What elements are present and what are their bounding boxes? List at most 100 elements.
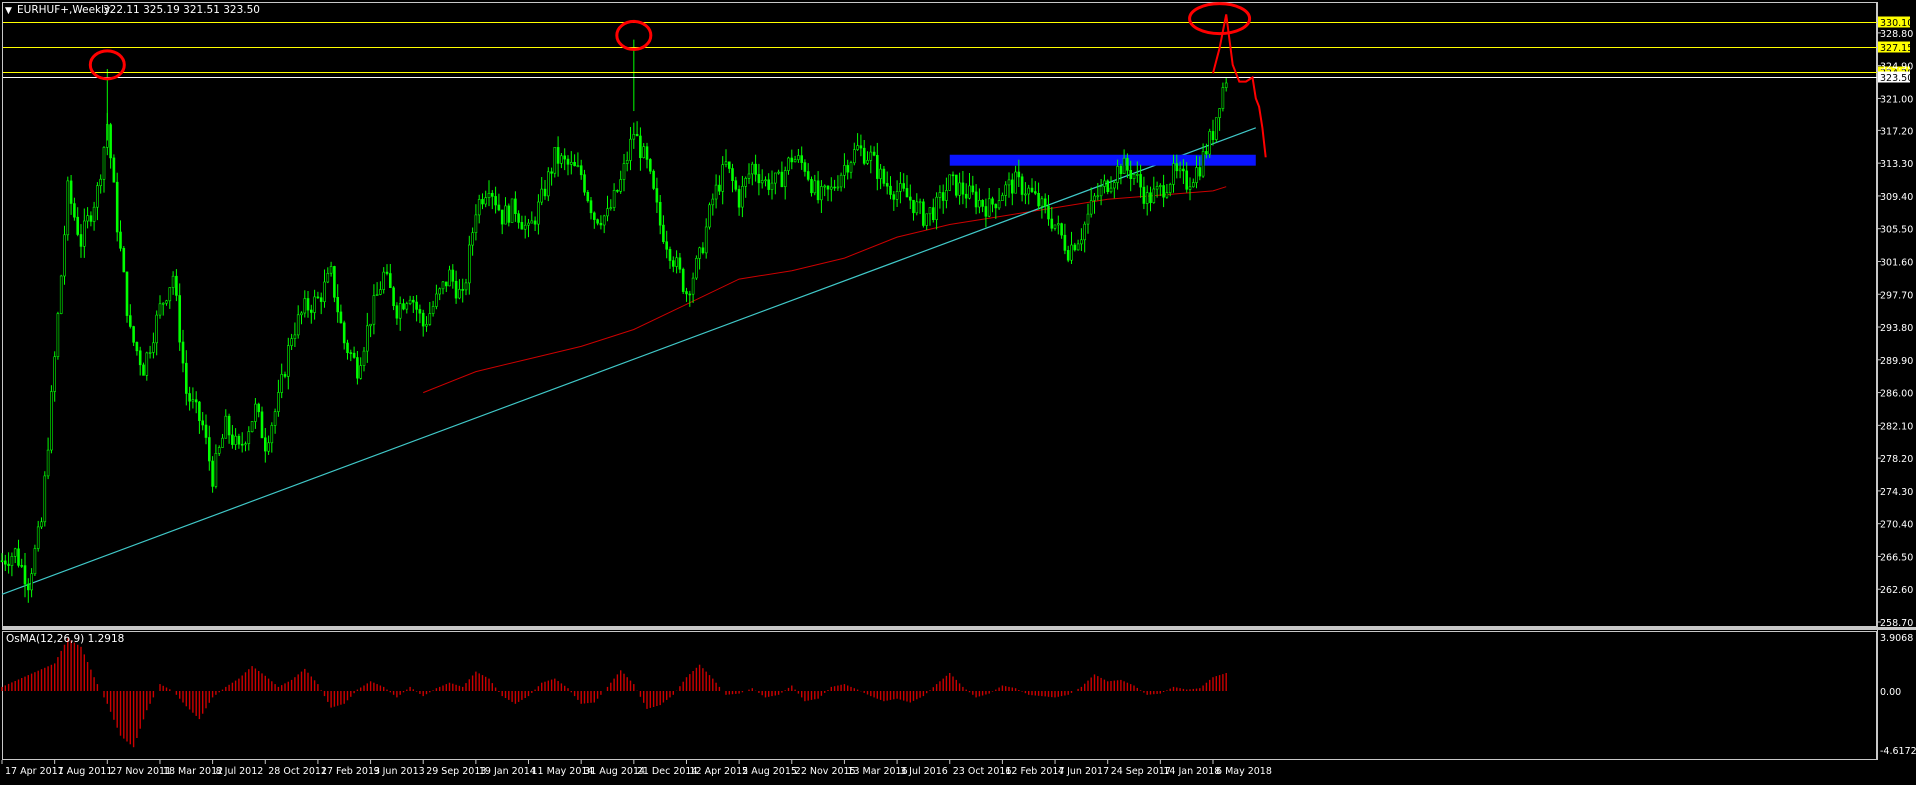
- candle-body: [63, 234, 66, 277]
- candle-body: [356, 357, 359, 379]
- candle-body: [961, 182, 965, 195]
- candle-body: [915, 201, 919, 214]
- candle-body: [319, 297, 323, 302]
- candle-body: [852, 149, 856, 164]
- price-level-label: 323.50: [1880, 73, 1913, 84]
- candle-body: [1070, 244, 1073, 261]
- candle-body: [260, 411, 264, 439]
- candle-body: [4, 560, 7, 565]
- candle-body: [142, 364, 145, 376]
- candle-body: [978, 200, 981, 208]
- candle-body: [247, 431, 251, 444]
- candle-body: [609, 207, 613, 209]
- candle-body: [500, 209, 504, 225]
- candle-body: [148, 352, 152, 354]
- candle-body: [481, 199, 484, 205]
- candle-body: [843, 165, 846, 176]
- candle-body: [1126, 158, 1129, 171]
- candle-body: [1155, 186, 1159, 190]
- candle-body: [704, 226, 708, 254]
- candle-body: [185, 362, 188, 394]
- candle-body: [421, 312, 425, 327]
- osma-pane-frame: [2, 631, 1877, 760]
- candle-body: [665, 241, 669, 250]
- candle-body: [138, 350, 142, 366]
- candle-body: [688, 293, 692, 296]
- candle-body: [270, 425, 274, 444]
- time-tick-label: 9 Jun 2013: [374, 766, 425, 777]
- time-tick-label: 7 Aug 2011: [58, 766, 113, 777]
- candle-body: [132, 326, 135, 343]
- candle-body: [76, 216, 79, 235]
- candle-body: [553, 147, 557, 174]
- candle-body: [675, 257, 678, 267]
- candle-body: [517, 213, 520, 223]
- candle-body: [507, 205, 511, 223]
- price-tick-label: 262.60: [1880, 585, 1913, 596]
- price-tick-label: 324.90: [1880, 62, 1913, 73]
- candle-body: [336, 296, 340, 313]
- candle-body: [43, 475, 47, 523]
- osma-title: OsMA(12,26,9) 1.2918: [6, 633, 124, 645]
- candle-body: [168, 287, 172, 302]
- candle-body: [1014, 171, 1017, 194]
- candle-body: [1106, 180, 1109, 192]
- candle-body: [471, 232, 474, 246]
- candle-body: [1152, 188, 1156, 203]
- candle-body: [497, 204, 501, 211]
- time-tick-label: 12 Apr 2015: [689, 766, 748, 777]
- candle-body: [250, 421, 254, 432]
- candle-body: [1089, 200, 1093, 215]
- candle-body: [935, 196, 938, 220]
- candle-body: [543, 188, 547, 197]
- candle-body: [1195, 167, 1198, 183]
- candle-body: [102, 147, 106, 180]
- candle-body: [444, 281, 448, 287]
- candle-body: [678, 257, 682, 270]
- price-tick-label: 258.70: [1880, 618, 1913, 629]
- candle-body: [119, 231, 122, 249]
- candle-body: [1188, 186, 1192, 190]
- price-tick-label: 317.20: [1880, 126, 1913, 137]
- price-axis[interactable]: 328.80 324.90 321.00 317.20 313.30 309.40 305.…: [1877, 29, 1913, 629]
- candle-body: [1211, 131, 1215, 140]
- candle-body: [945, 190, 948, 201]
- candle-body: [313, 296, 316, 313]
- candle-body: [372, 295, 376, 325]
- collapse-triangle-icon[interactable]: ▼: [5, 6, 12, 16]
- candle-body: [662, 224, 665, 243]
- candle-body: [342, 322, 346, 344]
- candle-body: [306, 298, 310, 311]
- candle-body: [362, 350, 366, 366]
- candle-body: [224, 415, 228, 439]
- candle-body: [1168, 184, 1172, 193]
- time-tick-label: 18 Mar 2012: [163, 766, 223, 777]
- candle-body: [178, 295, 181, 343]
- candle-body: [1136, 174, 1139, 176]
- candle-body: [359, 365, 363, 379]
- candle-body: [951, 174, 955, 177]
- candle-body: [576, 165, 580, 167]
- candle-body: [899, 183, 902, 192]
- time-tick-label: 19 Jan 2014: [479, 766, 536, 777]
- candle-body: [135, 341, 139, 352]
- candle-body: [787, 157, 790, 171]
- candle-body: [161, 302, 165, 305]
- candle-body: [652, 170, 655, 189]
- candle-body: [1198, 167, 1202, 177]
- candle-body: [849, 162, 853, 173]
- candle-body: [731, 168, 734, 181]
- candle-body: [1099, 186, 1103, 197]
- price-tick-label: 328.80: [1880, 29, 1913, 40]
- time-axis[interactable]: 17 Apr 20117 Aug 201127 Nov 201118 Mar 2…: [1, 760, 1272, 777]
- chart-window[interactable]: 330.10327.15324.20323.50 328.80324.90321…: [0, 0, 1916, 781]
- candle-body: [602, 215, 606, 226]
- candle-body: [622, 163, 626, 180]
- candle-body: [454, 280, 458, 299]
- candle-body: [1083, 223, 1086, 241]
- candle-body: [846, 165, 850, 173]
- chart-canvas[interactable]: 330.10327.15324.20323.50 328.80324.90321…: [0, 0, 1916, 781]
- horizontal-levels-layer[interactable]: 330.10327.15324.20323.50: [3, 16, 1913, 85]
- candle-body: [596, 219, 599, 224]
- candle-body: [530, 220, 534, 224]
